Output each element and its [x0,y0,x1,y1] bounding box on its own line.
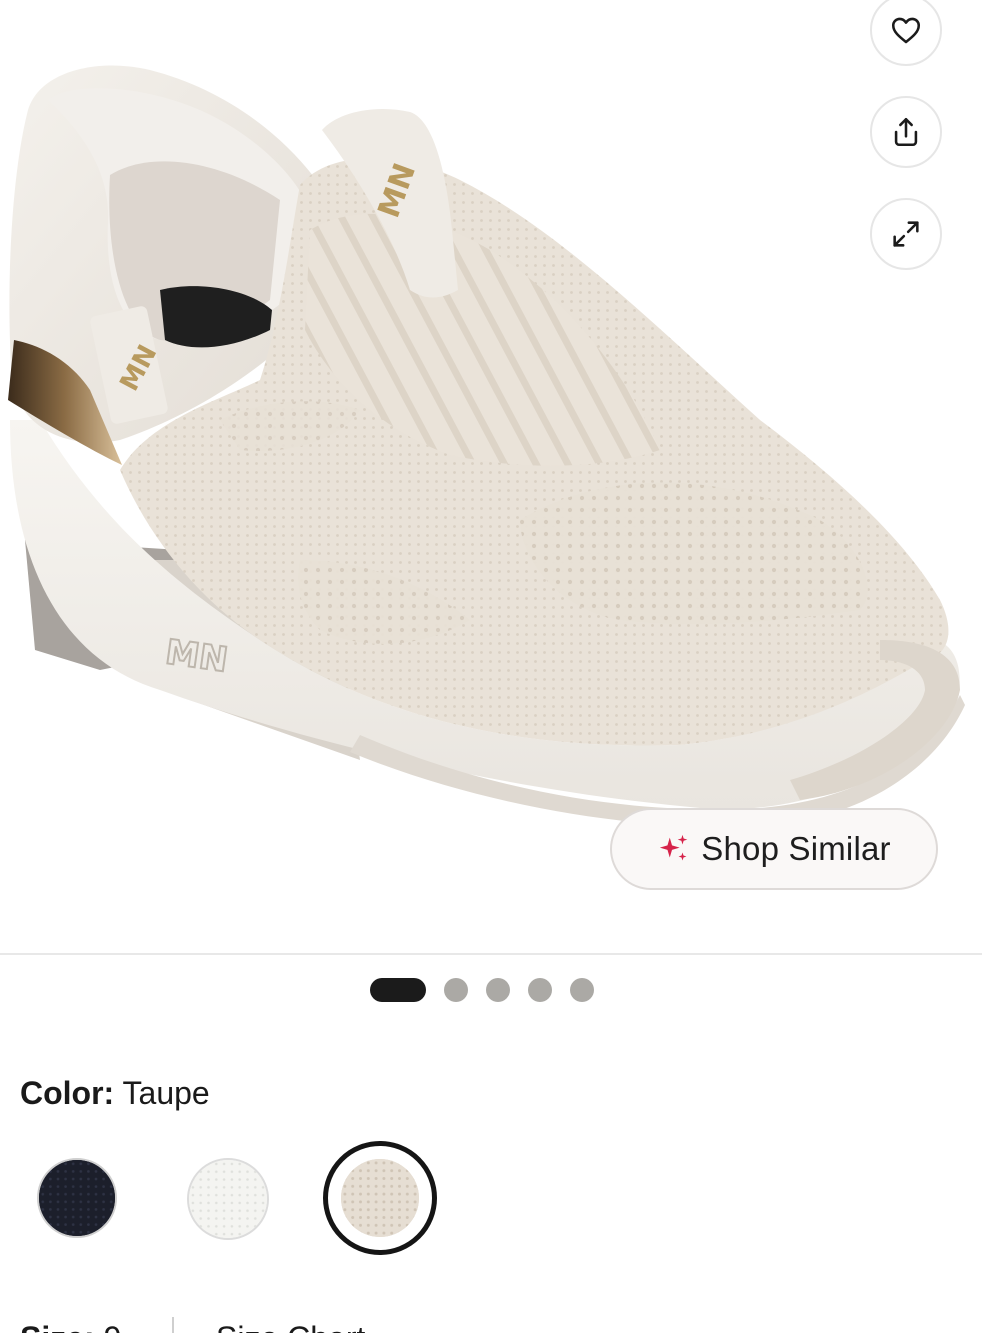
product-page: MN MN MN Shop Similar Color: Taupe [0,0,1000,1333]
share-icon [894,117,918,147]
product-image-gallery[interactable]: MN MN MN Shop Similar [0,0,1000,955]
white-knit-texture [189,1160,267,1238]
white-swatch[interactable] [187,1158,269,1240]
taupe-swatch[interactable] [341,1159,419,1237]
expand-icon [893,221,919,247]
sparkle-icon [660,834,688,861]
heart-icon [891,17,921,44]
selected-size-value: 9 [104,1320,122,1333]
size-label: Size: [20,1320,95,1333]
pager-dot-4[interactable] [528,978,552,1002]
divider [0,953,982,955]
shop-similar-button[interactable]: Shop Similar [610,808,938,890]
pager-dot-2[interactable] [444,978,468,1002]
color-label: Color: [20,1075,115,1111]
taupe-knit-texture [341,1159,419,1237]
black-swatch[interactable] [37,1158,117,1238]
black-knit-texture [39,1160,115,1236]
pager-dot-3[interactable] [486,978,510,1002]
shop-similar-label: Shop Similar [701,830,891,867]
expand-button[interactable] [870,198,942,270]
selected-color-name: Taupe [122,1075,210,1111]
color-label-row: Color: Taupe [20,1073,210,1113]
pager-dot-1[interactable] [370,978,426,1002]
size-divider [172,1317,174,1333]
pager-dot-5[interactable] [570,978,594,1002]
image-pager [0,977,1000,1003]
size-label-row: Size: 9 [20,1318,121,1333]
size-chart-link[interactable]: Size Chart [216,1318,365,1333]
share-button[interactable] [870,96,942,168]
